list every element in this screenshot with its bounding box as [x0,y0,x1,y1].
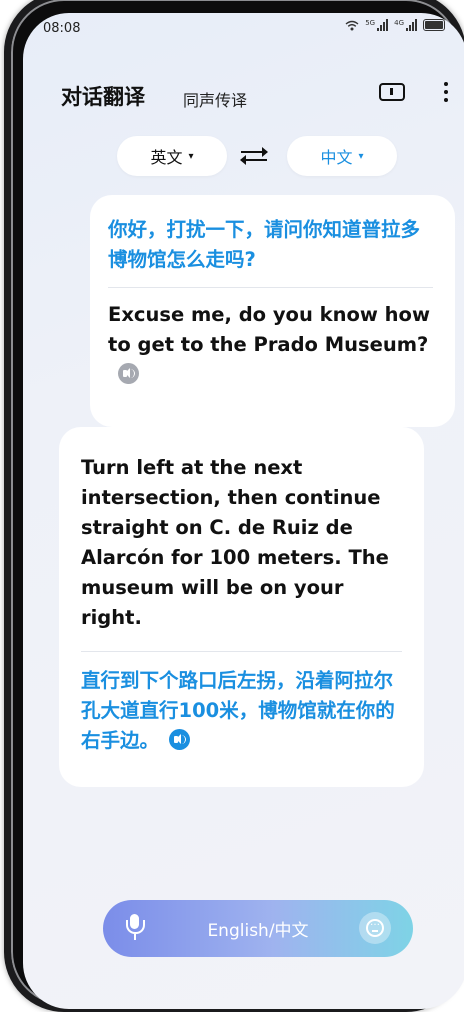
signal-icon-2: 4G [394,19,417,31]
voice-input-bar[interactable]: English/中文 [103,900,413,957]
message-english-content: Excuse me, do you know how to get to the… [108,303,430,356]
app-screen: 08:08 5G 4G 对话翻译 同声传译 英文 ▾ 中文 ▾ 你好，打扰一下，… [23,13,464,1009]
signal-icon-1: 5G [365,19,389,31]
tab-simultaneous-interpretation[interactable]: 同声传译 [183,87,247,111]
divider [81,651,402,652]
divider [108,287,433,288]
swap-languages-icon[interactable] [240,143,269,169]
speaker-grey-icon[interactable] [118,363,139,384]
more-options-icon[interactable] [441,79,451,107]
source-language-button[interactable]: 英文 ▾ [117,136,227,176]
keyboard-icon[interactable] [359,912,391,944]
message-english-text: Excuse me, do you know how to get to the… [108,300,433,390]
status-bar: 08:08 5G 4G [23,13,464,39]
message-card-left[interactable]: Turn left at the next intersection, then… [59,427,424,787]
target-language-label: 中文 [320,148,353,167]
signal-2-label: 4G [394,19,404,27]
chevron-down-icon: ▾ [358,150,364,162]
page-title: 对话翻译 [61,85,145,109]
phone-frame: 08:08 5G 4G 对话翻译 同声传译 英文 ▾ 中文 ▾ 你好，打扰一下，… [4,0,464,1012]
message-card-right[interactable]: 你好，打扰一下，请问你知道普拉多博物馆怎么走吗? Excuse me, do y… [90,195,455,427]
caption-mode-icon[interactable] [379,83,405,101]
status-icons: 5G 4G [345,19,445,31]
message-english-text: Turn left at the next intersection, then… [81,456,389,629]
wifi-icon [345,20,359,30]
source-language-label: 英文 [150,148,183,167]
target-language-button[interactable]: 中文 ▾ [287,136,397,176]
battery-icon [423,19,445,31]
speaker-blue-icon[interactable] [169,729,191,750]
signal-1-label: 5G [365,19,376,27]
message-chinese-text: 直行到下个路口后左拐，沿着阿拉尔孔大道直行100米，博物馆就在你的右手边。 [81,666,402,756]
message-chinese-text: 你好，打扰一下，请问你知道普拉多博物馆怎么走吗? [108,218,421,271]
status-time: 08:08 [43,21,81,36]
app-header: 对话翻译 同声传译 [23,75,464,115]
chevron-down-icon: ▾ [188,150,194,162]
message-chinese-content: 直行到下个路口后左拐，沿着阿拉尔孔大道直行100米，博物馆就在你的右手边。 [81,669,395,752]
